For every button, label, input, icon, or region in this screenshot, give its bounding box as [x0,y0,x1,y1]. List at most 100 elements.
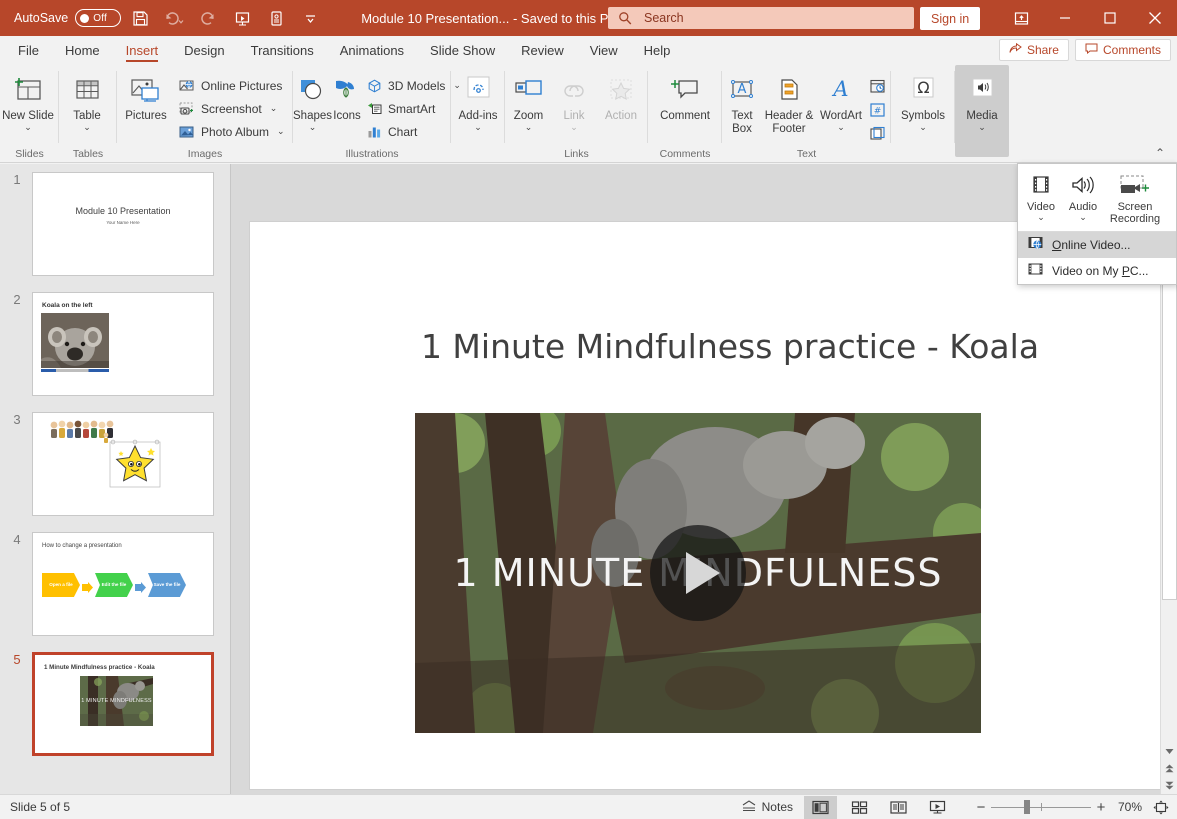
scroll-down-icon[interactable] [1161,743,1177,760]
thumbnail-slide-3[interactable]: 3 [0,412,231,518]
redo-icon[interactable] [193,3,223,33]
symbols-button[interactable]: Ω Symbols ⌄ [894,69,952,131]
comments-button[interactable]: Comments [1075,39,1171,61]
tab-insert[interactable]: Insert [113,36,172,65]
tab-transitions[interactable]: Transitions [238,36,327,65]
chevron-down-icon[interactable]: ⌄ [525,123,533,131]
slide-title-placeholder[interactable]: 1 Minute Mindfulness practice - Koala [325,327,1135,367]
object-icon[interactable] [866,123,888,144]
video-placeholder[interactable]: 1 MINUTE MINDFULNESS [415,413,981,733]
zoom-slider-handle[interactable] [1024,800,1030,814]
customize-quick-access-icon[interactable] [295,3,325,33]
save-icon[interactable] [125,3,155,33]
zoom-percent-label[interactable]: 70% [1111,800,1149,814]
minimize-icon[interactable] [1042,0,1087,36]
chevron-down-icon[interactable]: ⌄ [1079,213,1087,221]
fit-to-window-icon[interactable] [1149,800,1173,815]
autosave-toggle[interactable]: Off [75,9,121,27]
chevron-down-icon[interactable]: ⌄ [309,123,317,131]
video-on-my-pc-label: Video on My PC... [1052,264,1149,278]
touch-mode-icon[interactable] [261,3,291,33]
search-box[interactable]: Search [608,7,914,29]
maximize-icon[interactable] [1087,0,1132,36]
comment-button[interactable]: Comment [652,69,718,123]
date-time-icon[interactable] [866,75,888,96]
chevron-down-icon[interactable]: ⌄ [474,123,482,131]
audio-button[interactable]: Audio ⌄ [1062,167,1104,227]
chevron-down-icon[interactable]: ⌄ [83,123,91,131]
media-button[interactable]: Media ⌄ [955,65,1009,157]
undo-icon[interactable] [159,3,189,33]
tab-view[interactable]: View [577,36,631,65]
photo-album-button[interactable]: Photo Album ⌄ [175,120,290,143]
slide-number-icon[interactable]: # [866,99,888,120]
slide-sorter-icon[interactable] [843,796,876,819]
previous-slide-icon[interactable] [1161,760,1177,777]
star-clipart[interactable] [109,439,161,489]
thumbnail-canvas[interactable] [32,412,214,516]
sign-in-button[interactable]: Sign in [920,7,980,30]
zoom-out-button[interactable]: − [971,799,991,816]
wordart-icon: A [826,73,856,109]
header-footer-button[interactable]: Header & Footer [762,69,816,136]
ribbon-tabs: File Home Insert Design Transitions Anim… [0,36,1177,65]
new-slide-button[interactable]: New Slide ⌄ [0,69,56,131]
thumbnail-canvas[interactable]: How to change a presentation Open a file… [32,532,214,636]
share-button[interactable]: Share [999,39,1069,61]
ribbon-display-options-icon[interactable] [1000,0,1042,36]
slide-canvas[interactable]: 1 Minute Mindfulness practice - Koala [250,222,1177,789]
tab-file[interactable]: File [5,36,52,65]
start-from-beginning-icon[interactable] [227,3,257,33]
tab-animations[interactable]: Animations [327,36,417,65]
play-icon[interactable] [650,525,746,621]
close-icon[interactable] [1132,0,1177,36]
slide1-title: Module 10 Presentation [33,206,213,216]
chevron-down-icon[interactable]: ⌄ [270,103,278,114]
chevron-down-icon[interactable]: ⌄ [978,123,986,131]
svg-text:A: A [831,77,848,101]
pictures-button[interactable]: Pictures [117,69,175,123]
thumbnail-canvas[interactable]: 1 Minute Mindfulness practice - Koala [32,652,214,756]
video-button[interactable]: Video ⌄ [1020,167,1062,227]
reading-view-icon[interactable] [882,796,915,819]
next-slide-icon[interactable] [1161,777,1177,794]
thumbnail-slide-2[interactable]: 2 Koala on the left [0,292,231,398]
tab-design[interactable]: Design [171,36,237,65]
chevron-down-icon[interactable]: ⌄ [919,123,927,131]
chevron-down-icon[interactable]: ⌄ [837,123,845,131]
slides-thumbnail-panel[interactable]: 1 Module 10 Presentation Your Name Here … [0,164,231,794]
online-video-menu-item[interactable]: Online Video... [1018,232,1176,258]
video-on-my-pc-menu-item[interactable]: Video on My PC... [1018,258,1176,284]
online-pictures-icon [178,79,196,93]
tab-review[interactable]: Review [508,36,577,65]
new-slide-icon [12,73,44,109]
add-ins-button[interactable]: Add-ins ⌄ [454,69,502,131]
chevron-down-icon[interactable]: ⌄ [277,126,285,137]
chevron-down-icon[interactable]: ⌄ [1037,213,1045,221]
thumbnail-slide-5[interactable]: 5 1 Minute Mindfulness practice - Koala [0,652,231,758]
thumbnail-slide-4[interactable]: 4 How to change a presentation Open a fi… [0,532,231,638]
text-box-button[interactable]: A Text Box [722,69,762,136]
thumbnail-canvas[interactable]: Koala on the left [32,292,214,396]
tab-slide-show[interactable]: Slide Show [417,36,508,65]
icons-button[interactable]: Icons [332,69,362,123]
tab-help[interactable]: Help [631,36,684,65]
chevron-down-icon[interactable]: ⌄ [24,123,32,131]
collapse-ribbon-icon[interactable]: ⌃ [1155,148,1165,158]
normal-view-icon[interactable] [804,796,837,819]
zoom-button[interactable]: Zoom ⌄ [505,69,552,131]
online-pictures-button[interactable]: Online Pictures [175,74,290,97]
thumbnail-slide-1[interactable]: 1 Module 10 Presentation Your Name Here [0,172,231,278]
thumbnail-canvas[interactable]: Module 10 Presentation Your Name Here [32,172,214,276]
wordart-button[interactable]: A WordArt ⌄ [816,69,866,131]
notes-button[interactable]: Notes [734,796,801,819]
tab-home[interactable]: Home [52,36,113,65]
screenshot-button[interactable]: Screenshot ⌄ [175,97,290,120]
table-button[interactable]: Table ⌄ [59,69,115,131]
zoom-in-button[interactable]: + [1091,799,1111,816]
zoom-slider[interactable] [991,800,1091,815]
photo-album-label: Photo Album [201,125,269,139]
shapes-button[interactable]: Shapes ⌄ [293,69,332,131]
slide-show-icon[interactable] [921,796,954,819]
screen-recording-button[interactable]: Screen Recording [1104,167,1166,227]
